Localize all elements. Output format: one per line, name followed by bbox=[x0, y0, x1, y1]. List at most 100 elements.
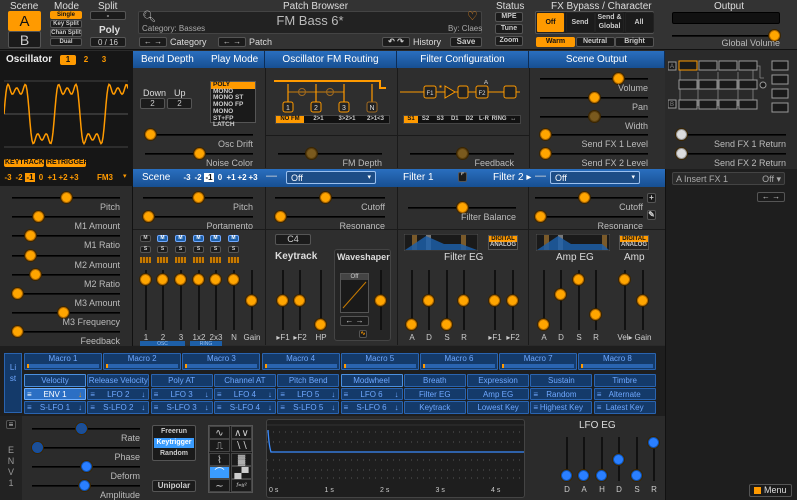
sample-hold-icon[interactable]: ▓ bbox=[231, 452, 252, 466]
amp-eg-slider-knob[interactable] bbox=[538, 319, 549, 330]
drag-handle-icon[interactable]: ≡ bbox=[533, 402, 538, 413]
filter2-enable[interactable]: — bbox=[535, 170, 546, 182]
lfo-trigger-keytrigger[interactable]: Keytrigger bbox=[154, 438, 194, 448]
macro-bar[interactable] bbox=[343, 364, 416, 368]
send-fx1-level-track[interactable] bbox=[540, 134, 648, 136]
fm-mode-0[interactable]: NO FM bbox=[276, 116, 304, 123]
drag-handle-icon[interactable]: ≡ bbox=[280, 402, 285, 413]
fx-bypass-all[interactable]: All bbox=[624, 12, 654, 33]
amp-eg-slider-knob[interactable] bbox=[619, 273, 630, 285]
macro-3[interactable]: Macro 3 bbox=[182, 353, 261, 370]
filter-mode-2[interactable]: S3 bbox=[433, 116, 447, 123]
mod-source-env-1[interactable]: ≡ ENV 1 ↓ bbox=[24, 387, 86, 400]
drag-handle-icon[interactable]: ≡ bbox=[27, 402, 32, 413]
osc-feedback-track[interactable] bbox=[12, 331, 120, 334]
save-button[interactable]: Save bbox=[450, 37, 482, 47]
lfo-eg-slider-knob[interactable] bbox=[648, 437, 659, 448]
scene-b-button[interactable]: B bbox=[8, 31, 41, 48]
mod-source-lfo-2[interactable]: ≡ LFO 2 ↓ bbox=[87, 387, 150, 400]
macro-2[interactable]: Macro 2 bbox=[103, 353, 182, 370]
mute-button[interactable]: M bbox=[140, 235, 151, 242]
filter1-resonance-track[interactable] bbox=[275, 216, 385, 218]
fx-bypass-off[interactable]: Off bbox=[536, 12, 565, 33]
category-prev-next[interactable]: ← → bbox=[139, 37, 167, 47]
mod-source-velocity[interactable]: Velocity bbox=[24, 374, 86, 387]
macro-bar[interactable] bbox=[27, 364, 99, 368]
split-field[interactable]: - bbox=[90, 11, 126, 20]
arrow-down-icon[interactable]: ↓ bbox=[268, 389, 272, 400]
chevron-down-icon[interactable]: ▾ bbox=[123, 172, 127, 180]
lfo-menu-icon[interactable]: ≡ bbox=[6, 420, 16, 429]
drag-handle-icon[interactable]: ≡ bbox=[597, 402, 602, 413]
fm-mode-3[interactable]: 2>1<3 bbox=[362, 116, 390, 123]
macro-1[interactable]: Macro 1 bbox=[24, 353, 102, 370]
mod-source-s-lfo-6[interactable]: ≡ S-LFO 6 ↓ bbox=[340, 401, 403, 414]
sawtooth-icon[interactable]: ∖∖ bbox=[231, 439, 252, 453]
analog-option[interactable]: ANALOG bbox=[620, 242, 648, 248]
portamento-track[interactable] bbox=[143, 216, 253, 218]
macro-bar[interactable] bbox=[502, 364, 575, 368]
amp-eg-slider-knob[interactable] bbox=[637, 294, 648, 306]
arrow-down-icon[interactable]: ↓ bbox=[331, 402, 335, 413]
filter1-type-dropdown[interactable]: Off ▾ bbox=[286, 171, 376, 184]
noise-icon[interactable]: ⌇ bbox=[209, 452, 230, 466]
filter-link-icon[interactable]: ⌜ bbox=[458, 172, 467, 182]
waveshaper-drive-knob[interactable] bbox=[375, 294, 386, 306]
mixer-1-knob[interactable] bbox=[140, 273, 151, 285]
lfo-eg-slider-knob[interactable] bbox=[578, 470, 589, 481]
osc-octave-+1[interactable]: +1 bbox=[47, 173, 57, 182]
arrow-down-icon[interactable]: ↓ bbox=[141, 402, 145, 413]
send-fx2-level-track[interactable] bbox=[540, 153, 648, 155]
oscillator-type[interactable]: FM3 bbox=[97, 173, 113, 182]
filter-eg-slider-knob[interactable] bbox=[423, 294, 434, 306]
retrigger-toggle[interactable]: RETRIGGER bbox=[46, 159, 89, 167]
keytrack-toggle[interactable]: KEYTRACK bbox=[4, 159, 44, 167]
mod-source-alternate[interactable]: ≡ Alternate bbox=[593, 387, 656, 400]
arrow-down-icon[interactable]: ↓ bbox=[141, 389, 145, 400]
analog-option[interactable]: ANALOG bbox=[489, 242, 517, 248]
search-icon[interactable]: 🔍︎ bbox=[142, 10, 156, 23]
macro-8[interactable]: Macro 8 bbox=[578, 353, 657, 370]
filter-mode-0[interactable]: S1 bbox=[404, 116, 418, 123]
scene-octave--2[interactable]: -2 bbox=[193, 173, 203, 182]
drag-handle-icon[interactable]: ≡ bbox=[90, 389, 95, 400]
filter-eg-slider-knob[interactable] bbox=[441, 319, 452, 330]
scene-a-button[interactable]: A bbox=[8, 11, 41, 31]
scene-octave-+2[interactable]: +2 bbox=[237, 173, 247, 182]
filter-eg-slider-knob[interactable] bbox=[406, 319, 417, 330]
arrow-down-icon[interactable]: ↓ bbox=[395, 389, 399, 400]
mod-source-poly-at[interactable]: Poly AT bbox=[150, 374, 213, 387]
scene-octave-+3[interactable]: +3 bbox=[248, 173, 258, 182]
lfo-eg-slider-knob[interactable] bbox=[631, 470, 642, 481]
play-mode-mono-st-fp[interactable]: MONO ST+FP bbox=[211, 108, 255, 122]
mod-source-filter-eg[interactable]: Filter EG bbox=[403, 387, 466, 400]
mod-source-s-lfo-3[interactable]: ≡ S-LFO 3 ↓ bbox=[150, 401, 213, 414]
filter-mode-6[interactable]: RING bbox=[492, 116, 507, 123]
mixer-2-knob[interactable] bbox=[157, 273, 168, 285]
mode-single[interactable]: Single bbox=[50, 11, 82, 19]
arrow-down-icon[interactable]: ↓ bbox=[205, 402, 209, 413]
scene-octave-+1[interactable]: +1 bbox=[226, 173, 236, 182]
solo-button[interactable]: S bbox=[175, 246, 186, 253]
mod-source-highest-key[interactable]: ≡ Highest Key bbox=[530, 401, 593, 414]
osc-octave--3[interactable]: -3 bbox=[3, 173, 13, 182]
osc-octave--2[interactable]: -2 bbox=[14, 173, 24, 182]
waveshaper-icon[interactable]: ∿ bbox=[359, 330, 367, 338]
solo-button[interactable]: S bbox=[140, 246, 151, 253]
scene-octave--1[interactable]: -1 bbox=[204, 173, 214, 182]
mod-source-sustain[interactable]: Sustain bbox=[530, 374, 593, 387]
solo-button[interactable]: S bbox=[228, 246, 239, 253]
amp-eg-slider-knob[interactable] bbox=[573, 273, 584, 285]
osc-octave-+2[interactable]: +2 bbox=[58, 173, 68, 182]
mute-button[interactable]: M bbox=[157, 235, 168, 242]
macro-6[interactable]: Macro 6 bbox=[420, 353, 498, 370]
mixer-3-knob[interactable] bbox=[175, 273, 186, 285]
macro-bar[interactable] bbox=[106, 364, 179, 368]
mute-button[interactable]: M bbox=[175, 235, 186, 242]
mod-source-lfo-3[interactable]: ≡ LFO 3 ↓ bbox=[150, 387, 213, 400]
filter2-resonance-track[interactable] bbox=[535, 216, 643, 218]
sine-icon[interactable]: ∿ bbox=[209, 426, 230, 439]
mixer-2x3-knob[interactable] bbox=[210, 273, 221, 285]
drag-handle-icon[interactable]: ≡ bbox=[27, 389, 32, 400]
fx-routing-grid[interactable]: AB bbox=[668, 60, 794, 120]
